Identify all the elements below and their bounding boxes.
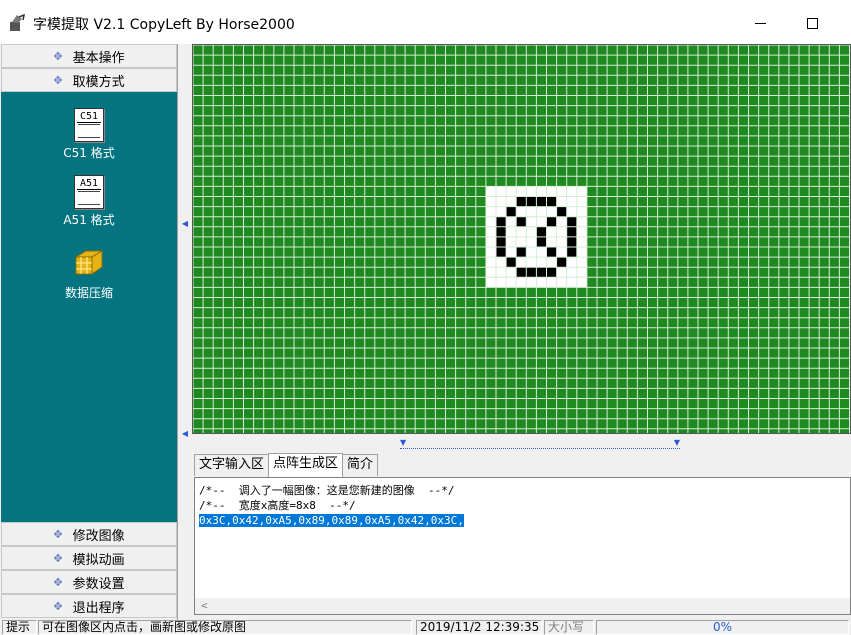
sidebar-item-label: 退出程序 [72, 600, 125, 616]
compress-cube-icon [75, 250, 103, 275]
glyph-pixel [556, 257, 567, 268]
tool-label: A51 格式 [63, 213, 115, 227]
tab-intro[interactable]: 简介 [342, 454, 379, 476]
sidebar-item-label: 模拟动画 [72, 552, 125, 568]
glyph-pixel [536, 267, 547, 278]
glyph-pixel [496, 216, 507, 227]
bullet-icon: ✥ [53, 527, 63, 541]
bullet-icon: ✥ [53, 599, 63, 613]
glyph-pixel [496, 236, 507, 247]
glyph-pixel [566, 247, 577, 258]
window-title: 字模提取 V2.1 CopyLeft By Horse2000 [33, 17, 295, 33]
glyph-pixel [546, 247, 557, 258]
tool-panel: C51 C51 格式 A51 A51 格式 数据压缩 [1, 92, 177, 522]
c51-doc-icon: C51 [74, 108, 104, 142]
maximize-icon [806, 17, 818, 29]
tool-c51-format[interactable]: C51 C51 格式 [49, 108, 129, 161]
glyph-pixel [566, 226, 577, 237]
bullet-icon: ✥ [53, 575, 63, 589]
vertical-splitter[interactable]: ◀ ◀ [179, 44, 192, 620]
glyph-pixel [516, 216, 527, 227]
output-data-line: 0x3C,0x42,0xA5,0x89,0x89,0xA5,0x42,0x3C, [199, 514, 464, 527]
tool-data-compress[interactable]: 数据压缩 [49, 247, 129, 301]
title-bar: 字模提取 V2.1 CopyLeft By Horse2000 [0, 0, 851, 44]
tool-label: 数据压缩 [64, 286, 113, 300]
output-size-line: /*-- 宽度x高度=8x8 --*/ [199, 499, 356, 512]
glyph-pixel [546, 196, 557, 207]
glyph-pixel [556, 206, 567, 217]
tool-a51-format[interactable]: A51 A51 格式 [49, 175, 129, 228]
status-caps-mode: 大小写 [544, 620, 594, 635]
sidebar-item-edit-image[interactable]: ✥ 修改图像 [1, 522, 177, 546]
maximize-button[interactable] [797, 10, 827, 36]
sidebar-item-label: 修改图像 [72, 528, 125, 544]
glyph-pixel [546, 267, 557, 278]
progress-label: 0% [712, 620, 733, 634]
minimize-icon [754, 22, 766, 24]
splitter-handle[interactable]: ▼ ▼ [400, 438, 680, 449]
sidebar-item-exit[interactable]: ✥ 退出程序 [1, 594, 177, 618]
image-canvas[interactable] [192, 44, 851, 434]
status-datetime: 2019/11/2 12:39:35 [416, 620, 542, 635]
glyph-pixel [516, 247, 527, 258]
bullet-icon: ✥ [53, 73, 63, 87]
app-icon [10, 14, 25, 31]
glyph-pixel [526, 196, 537, 207]
glyph-pixel [496, 247, 507, 258]
collapse-down-icon-right: ▼ [673, 438, 680, 447]
glyph-pixel [496, 226, 507, 237]
progress-bar: 0% [596, 620, 849, 635]
pixel-grid[interactable] [193, 45, 851, 434]
bullet-icon: ✥ [53, 551, 63, 565]
sidebar-item-label: 参数设置 [72, 576, 125, 592]
sidebar-item-animation[interactable]: ✥ 模拟动画 [1, 546, 177, 570]
glyph-pixel [536, 196, 547, 207]
status-label: 提示 [2, 620, 37, 635]
glyph-pixel [536, 236, 547, 247]
collapse-left-icon-bottom[interactable]: ◀ [181, 429, 189, 441]
output-comment-line: /*-- 调入了一幅图像：这是您新建的图像 --*/ [199, 484, 455, 497]
glyph-pixel [506, 257, 517, 268]
glyph-pixel [566, 236, 577, 247]
minimize-button[interactable] [745, 10, 775, 36]
output-textarea[interactable]: /*-- 调入了一幅图像：这是您新建的图像 --*/ /*-- 宽度x高度=8x… [194, 477, 851, 615]
sidebar: ✥ 基本操作 ✥ 取模方式 C51 C51 格式 A51 A51 格式 数据压缩… [0, 44, 178, 620]
collapse-left-icon[interactable]: ◀ [181, 219, 189, 231]
sidebar-item-basic-ops[interactable]: ✥ 基本操作 [1, 44, 177, 68]
horizontal-splitter[interactable]: ▼ ▼ [192, 438, 851, 452]
sidebar-item-label: 基本操作 [72, 50, 125, 66]
glyph-pixel [516, 196, 527, 207]
horizontal-scrollbar[interactable]: < [195, 598, 850, 614]
sidebar-item-label: 取模方式 [72, 74, 125, 90]
glyph-pixel [516, 267, 527, 278]
glyph-pixel [546, 216, 557, 227]
collapse-down-icon: ▼ [400, 438, 407, 447]
glyph-pixel [566, 216, 577, 227]
scroll-left-icon[interactable]: < [201, 599, 208, 612]
status-message: 可在图像区内点击，画新图或修改原图 [38, 620, 412, 635]
tab-text-input[interactable]: 文字输入区 [194, 454, 270, 476]
tab-matrix-output[interactable]: 点阵生成区 [268, 453, 344, 477]
glyph-pixel [526, 267, 537, 278]
glyph-pixel [536, 226, 547, 237]
status-bar: 提示 可在图像区内点击，画新图或修改原图 2019/11/2 12:39:35 … [0, 620, 851, 635]
tool-label: C51 格式 [63, 146, 115, 160]
tab-strip: 文字输入区 点阵生成区 简介 [194, 453, 379, 478]
sidebar-item-settings[interactable]: ✥ 参数设置 [1, 570, 177, 594]
a51-doc-icon: A51 [74, 175, 104, 209]
sidebar-item-mode[interactable]: ✥ 取模方式 [1, 68, 177, 92]
bullet-icon: ✥ [53, 49, 63, 63]
glyph-pixel [506, 206, 517, 217]
